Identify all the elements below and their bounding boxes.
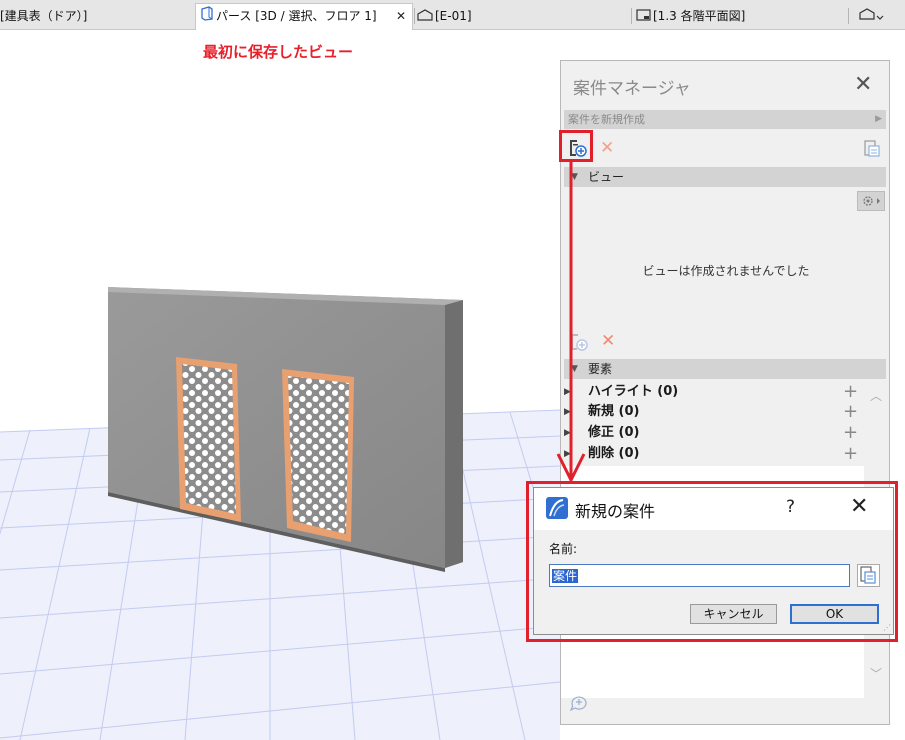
chevron-right-icon: ▶ bbox=[875, 114, 882, 124]
tab-floor-plan[interactable]: [1.3 各階平面図] bbox=[636, 4, 846, 28]
3d-viewport[interactable] bbox=[0, 31, 560, 740]
elements-section-header[interactable]: ▼ 要素 bbox=[564, 359, 886, 379]
element-row-new[interactable]: ▶ 新規 (0) + bbox=[561, 402, 861, 422]
element-row-highlight[interactable]: ▶ ハイライト (0) + bbox=[561, 382, 861, 402]
tab-separator bbox=[848, 8, 849, 24]
settings-gear-button[interactable] bbox=[857, 191, 885, 211]
annotation-caption: 最初に保存したビュー bbox=[203, 43, 354, 61]
door-left bbox=[176, 357, 241, 522]
highlight-new-project-button bbox=[559, 130, 593, 162]
tab-menu-button[interactable] bbox=[858, 4, 898, 28]
add-icon[interactable]: + bbox=[843, 402, 858, 422]
chevron-down-icon[interactable]: ﹀ bbox=[870, 665, 882, 682]
element-row-label: 削除 (0) bbox=[588, 446, 640, 461]
create-project-bar[interactable]: 案件を新規作成 ▶ bbox=[564, 110, 886, 129]
library-icon[interactable] bbox=[863, 140, 881, 161]
annotation-arrow bbox=[556, 162, 586, 484]
tab-perspective-3d[interactable]: パース [3D / 選択、フロア 1] ✕ bbox=[195, 3, 413, 30]
door-right bbox=[282, 369, 354, 542]
chevron-up-icon[interactable]: ︿ bbox=[870, 387, 882, 404]
element-row-label: 新規 (0) bbox=[588, 404, 640, 419]
close-tab-icon[interactable]: ✕ bbox=[396, 4, 406, 28]
add-icon[interactable]: + bbox=[843, 423, 858, 443]
close-icon[interactable]: ✕ bbox=[854, 72, 872, 97]
house-dropdown-icon bbox=[858, 5, 886, 29]
add-comment-icon[interactable] bbox=[569, 694, 589, 716]
tab-label: パース [3D / 選択、フロア 1] bbox=[216, 9, 377, 23]
elevation-view-icon bbox=[417, 5, 433, 29]
app-root: [建具表（ドア）] パース [3D / 選択、フロア 1] ✕ [E-01] [… bbox=[0, 0, 905, 740]
no-views-message: ビューは作成されませんでした bbox=[642, 264, 810, 278]
tab-door-schedule[interactable]: [建具表（ドア）] bbox=[0, 4, 190, 28]
layout-sheet-icon bbox=[636, 5, 651, 29]
gear-icon bbox=[863, 196, 880, 206]
element-row-label: 修正 (0) bbox=[588, 425, 640, 440]
tab-separator bbox=[414, 8, 415, 24]
add-icon[interactable]: + bbox=[843, 382, 858, 402]
highlight-dialog bbox=[526, 481, 898, 642]
tab-label: [E-01] bbox=[435, 9, 472, 23]
tab-elevation-e01[interactable]: [E-01] bbox=[417, 4, 627, 28]
add-icon[interactable]: + bbox=[843, 444, 858, 464]
elements-section-label: 要素 bbox=[588, 362, 613, 376]
delete-icon[interactable]: ✕ bbox=[600, 138, 614, 158]
tab-bar: [建具表（ドア）] パース [3D / 選択、フロア 1] ✕ [E-01] [… bbox=[0, 0, 905, 30]
element-row-modified[interactable]: ▶ 修正 (0) + bbox=[561, 423, 861, 443]
tab-label: [建具表（ドア）] bbox=[0, 9, 88, 23]
views-section-header[interactable]: ▼ ビュー bbox=[564, 167, 886, 187]
panel-title: 案件マネージャ bbox=[573, 79, 691, 99]
views-section-label: ビュー bbox=[588, 170, 625, 184]
element-row-label: ハイライト (0) bbox=[588, 384, 679, 399]
tab-label: [1.3 各階平面図] bbox=[653, 9, 746, 23]
element-row-deleted[interactable]: ▶ 削除 (0) + bbox=[561, 444, 861, 464]
create-project-label: 案件を新規作成 bbox=[568, 113, 645, 126]
tab-separator bbox=[631, 8, 632, 24]
3d-view-icon bbox=[200, 5, 214, 29]
delete-view-icon[interactable]: ✕ bbox=[601, 331, 615, 351]
